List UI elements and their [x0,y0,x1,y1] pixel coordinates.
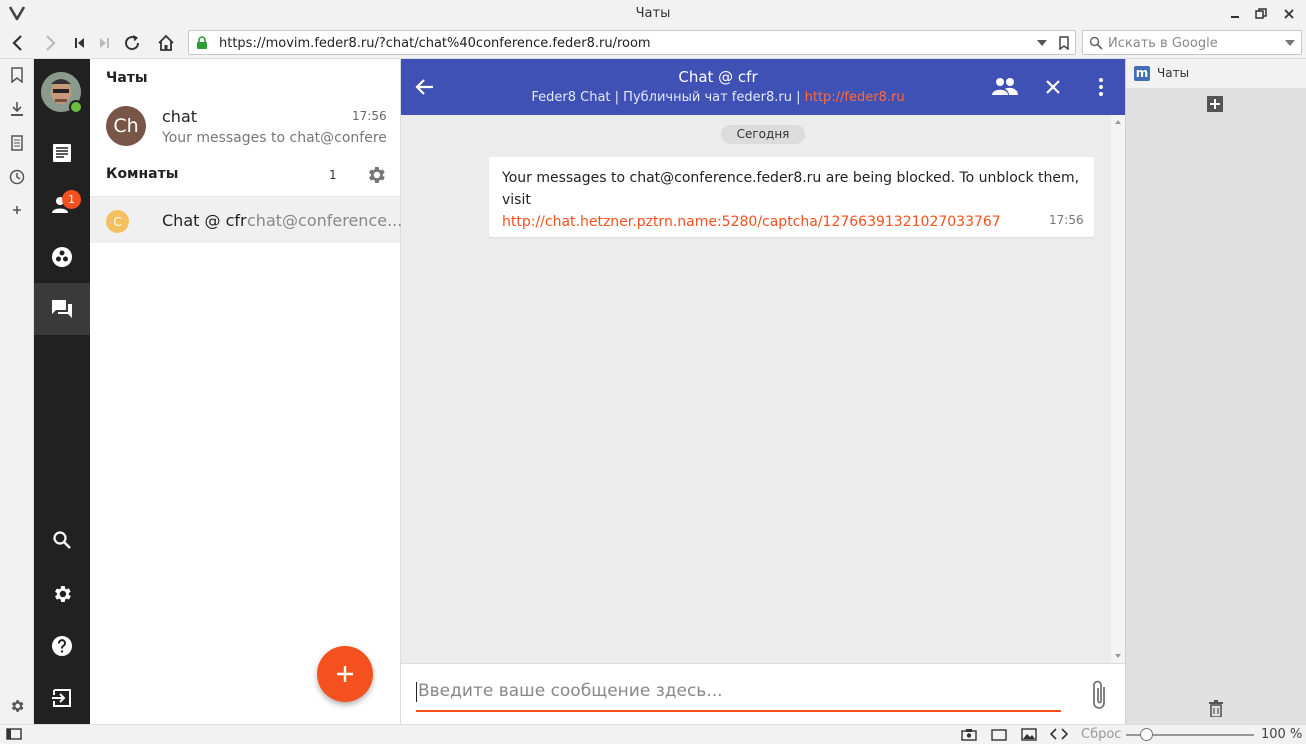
zoom-slider[interactable] [1126,728,1254,741]
notes-panel-icon[interactable] [7,133,27,153]
message-placeholder: Введите ваше сообщение здесь... [418,681,723,701]
chat-subtitle-text: Feder8 Chat | Публичный чат feder8.ru | [531,90,801,105]
bookmarks-panel-icon[interactable] [7,65,27,85]
toggle-panel-icon[interactable] [6,728,22,740]
nav-search[interactable] [34,514,90,566]
title-bar: Чаты [0,0,1306,27]
search-engine-dropdown-icon[interactable] [1285,40,1295,47]
panel-settings-icon[interactable] [7,696,27,716]
add-panel-icon[interactable] [7,200,27,220]
room-name: Chat @ cfr [162,211,247,230]
gear-icon [51,583,73,605]
news-icon [51,142,73,164]
chat-messages[interactable]: Сегодня Your messages to chat@conference… [401,115,1125,663]
image-icon[interactable] [1021,728,1037,741]
rewind-button[interactable] [68,31,92,55]
nav-communities[interactable] [34,231,90,283]
chat-scrollbar[interactable] [1111,115,1125,663]
participants-icon[interactable] [992,77,1018,97]
logout-icon [51,687,73,709]
chat-header: Chat @ cfr Feder8 Chat | Публичный чат f… [401,59,1125,115]
chat-name: chat [162,107,198,126]
chat-list-item[interactable]: Ch chat 17:56 Your messages to chat@conf… [90,97,400,155]
camera-icon[interactable] [961,728,977,741]
plus-icon [337,666,353,682]
rooms-heading: Комнаты [106,166,179,182]
contacts-badge: 1 [62,190,81,209]
chat-subtitle: Feder8 Chat | Публичный чат feder8.ru | … [401,90,1035,105]
zoom-reset-button[interactable]: Сброс [1081,727,1121,742]
room-avatar: C [106,210,129,233]
message-body: Your messages to chat@conference.feder8.… [502,170,1080,208]
message-bubble: Your messages to chat@conference.feder8.… [489,157,1094,237]
address-bar[interactable]: https://movim.feder8.ru/?chat/chat%40con… [188,30,1076,55]
search-bar[interactable]: Искать в Google [1082,30,1302,55]
close-chat-icon[interactable] [1045,79,1061,95]
chat-subtitle-link[interactable]: http://feder8.ru [805,90,905,105]
chat-time: 17:56 [352,109,387,123]
browser-side-panel [0,59,34,724]
window-title: Чаты [635,6,671,21]
history-panel-icon[interactable] [7,167,27,187]
navigation-bar: https://movim.feder8.ru/?chat/chat%40con… [0,27,1306,59]
minimize-button[interactable] [1224,4,1246,24]
zoom-level: 100 % [1261,727,1303,742]
close-window-button[interactable] [1278,4,1300,24]
tile-icon[interactable] [991,729,1007,741]
nav-settings[interactable] [34,568,90,620]
zoom-slider-thumb[interactable] [1139,728,1153,741]
reload-icon[interactable] [120,31,144,55]
more-options-icon[interactable] [1098,77,1104,97]
movim-logo-icon: m [1134,66,1150,81]
message-input[interactable]: Введите ваше сообщение здесь... [416,678,1061,712]
rooms-settings-icon[interactable] [365,164,387,186]
message-composer: Введите ваше сообщение здесь... [401,663,1125,724]
trash-icon[interactable] [1209,700,1223,717]
web-panel: m Чаты [1125,59,1306,724]
message-time: 17:56 [1049,213,1084,227]
search-icon [1089,36,1103,50]
chat-title: Chat @ cfr [678,68,758,86]
chats-panel: Чаты Ch chat 17:56 Your messages to chat… [90,59,403,724]
downloads-panel-icon[interactable] [7,99,27,119]
room-list-item[interactable]: C Chat @ cfr chat@conference... [90,196,403,243]
status-bar: Сброс 100 % [0,724,1306,744]
chat-preview: Your messages to chat@confere... [162,130,387,146]
nav-logout[interactable] [34,672,90,724]
chats-heading: Чаты [106,70,148,86]
attachment-icon[interactable] [1089,679,1111,711]
chat-avatar: Ch [106,106,146,146]
search-icon [52,530,72,550]
forward-button[interactable] [38,31,62,55]
home-icon[interactable] [154,31,178,55]
chats-icon [51,298,73,320]
nav-contacts[interactable]: 1 [34,179,90,231]
captcha-link[interactable]: http://chat.hetzner.pztrn.name:5280/capt… [502,214,1001,230]
url-text[interactable]: https://movim.feder8.ru/?chat/chat%40con… [219,36,651,51]
page-actions-icon[interactable] [1050,728,1068,740]
rooms-count: 1 [329,168,337,182]
web-panel-header: m Чаты [1126,59,1306,88]
new-chat-button[interactable] [317,646,373,702]
online-status-icon [69,100,83,114]
web-panel-title: Чаты [1157,66,1190,80]
app-navigation: 1 [34,59,90,724]
nav-news[interactable] [34,127,90,179]
search-placeholder: Искать в Google [1108,36,1218,51]
message-text: Your messages to chat@conference.feder8.… [502,167,1087,233]
add-tab-icon[interactable] [1207,96,1223,112]
lock-icon [196,36,208,50]
room-jid: chat@conference... [247,211,403,230]
communities-icon [51,246,73,268]
nav-help[interactable] [34,620,90,672]
back-button[interactable] [6,31,30,55]
nav-chats[interactable] [34,283,90,335]
bookmark-icon[interactable] [1059,36,1069,50]
restore-button[interactable] [1250,4,1272,24]
help-icon [51,635,73,657]
date-separator: Сегодня [721,125,805,144]
fast-forward-button[interactable] [92,31,116,55]
url-dropdown-icon[interactable] [1037,40,1047,47]
